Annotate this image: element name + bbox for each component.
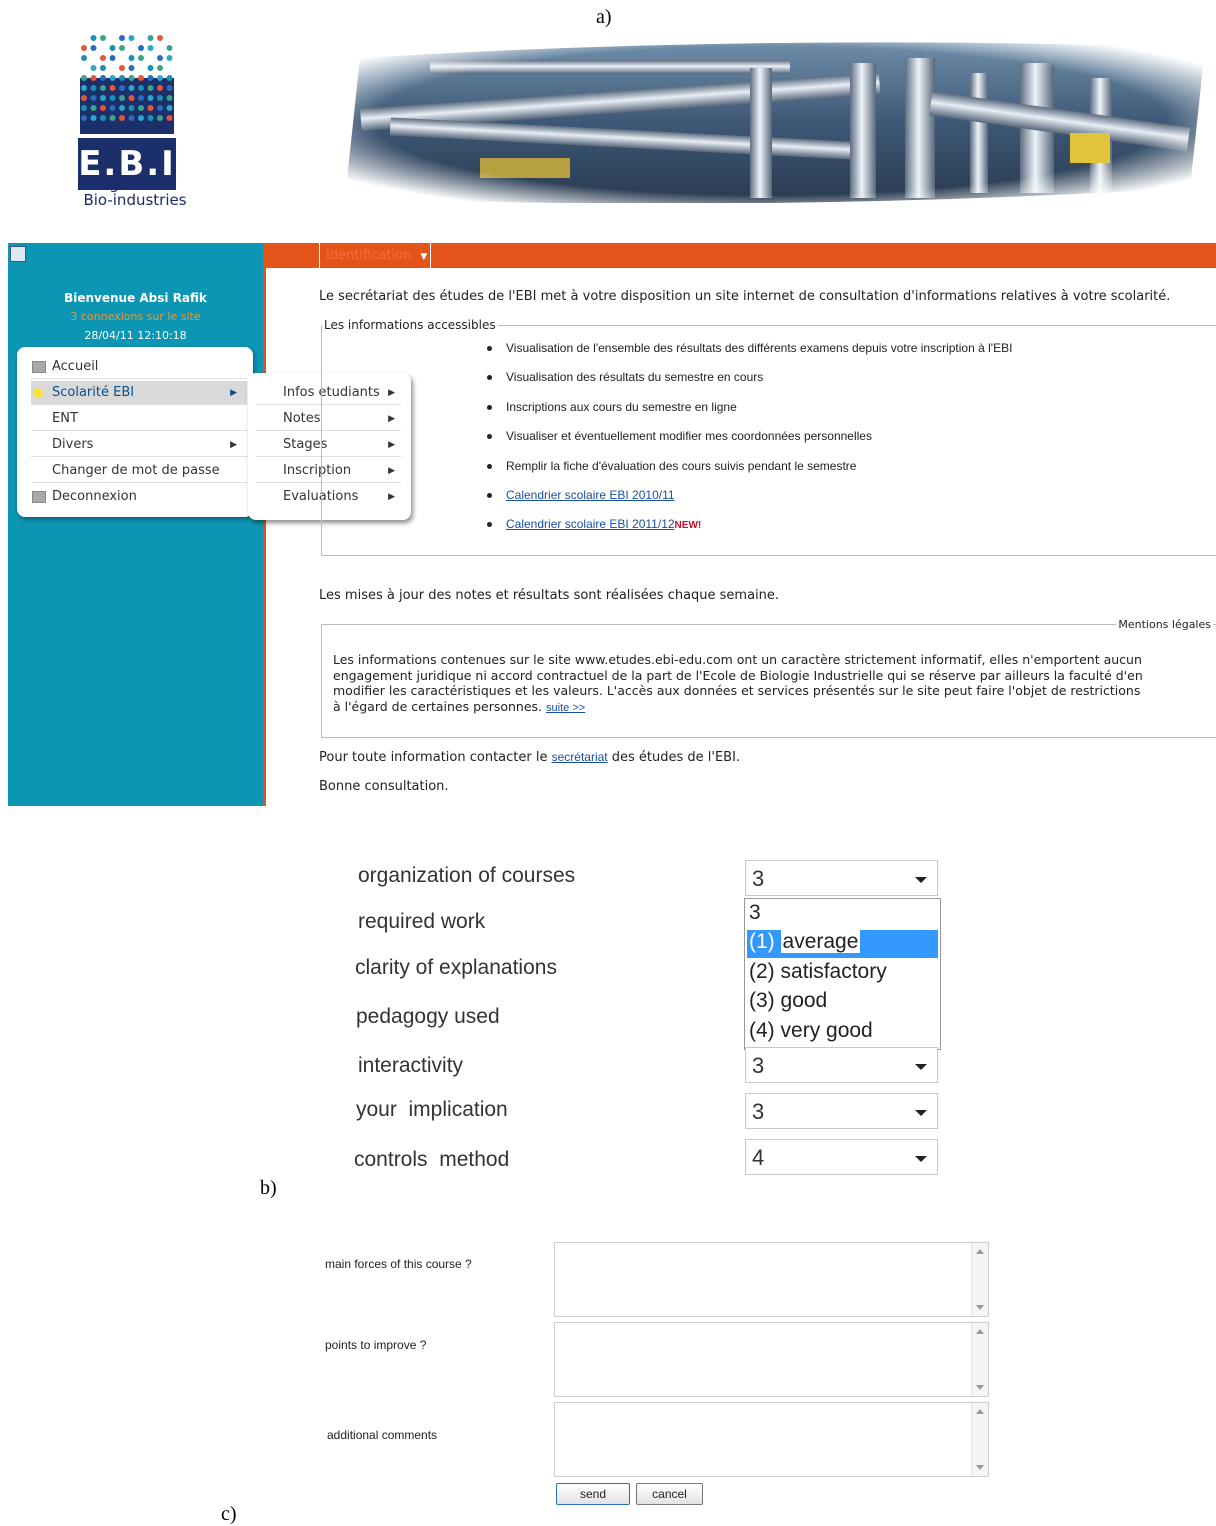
dropdown-option[interactable]: (1) average: [749, 930, 861, 954]
legal-more-link[interactable]: suite >>: [546, 702, 585, 714]
rating-select-organization[interactable]: 3: [745, 860, 938, 896]
chevron-right-icon: ▶: [230, 388, 237, 398]
figure-label-c: c): [221, 1503, 237, 1525]
criterion-label: organization of courses: [358, 864, 576, 887]
contact-text: Pour toute information contacter le secr…: [319, 750, 741, 765]
closing-text: Bonne consultation.: [319, 779, 449, 794]
menu-item-label: Scolarité EBI: [52, 385, 135, 400]
improve-textarea[interactable]: [554, 1322, 989, 1397]
menu-item-label: Accueil: [52, 359, 99, 374]
menu-item-label: Deconnexion: [52, 489, 137, 504]
additional-comments-textarea[interactable]: [554, 1402, 989, 1477]
dropdown-current: 3: [749, 901, 761, 924]
submenu-item-label: Notes: [283, 411, 321, 426]
criterion-label: interactivity: [358, 1054, 464, 1077]
secretariat-link[interactable]: secrétariat: [552, 750, 608, 764]
page-icon: [32, 491, 46, 503]
logo-line2: Bio-industries: [83, 191, 187, 209]
criterion-label: required work: [358, 910, 486, 933]
menu-item-divers[interactable]: Divers ▶: [31, 433, 247, 457]
menu-item-accueil[interactable]: Accueil: [31, 355, 247, 379]
comment-label: main forces of this course ?: [325, 1257, 472, 1271]
menu-item-label: Divers: [52, 437, 94, 452]
criterion-label: clarity of explanations: [355, 956, 557, 979]
chevron-right-icon: ▶: [230, 440, 237, 450]
comment-label: points to improve ?: [325, 1338, 427, 1352]
scroll-up-icon: [976, 1409, 984, 1414]
figure-label-a: a): [596, 6, 612, 28]
chevron-down-icon: ▼: [420, 252, 428, 262]
comment-label: additional comments: [327, 1428, 438, 1442]
scroll-up-icon: [976, 1249, 984, 1254]
industrial-pipes-banner: [330, 38, 1210, 203]
menu-item-change-password[interactable]: Changer de mot de passe: [31, 459, 247, 483]
calendar-link-text[interactable]: Calendrier scolaire EBI 2011/12: [506, 517, 675, 531]
dropdown-option[interactable]: (3) good: [749, 989, 827, 1013]
scroll-down-icon: [976, 1385, 984, 1390]
main-menu: Accueil Scolarité EBI ▶ ENT Divers ▶ Cha…: [17, 347, 253, 517]
welcome-connections: 3 connexions sur le site: [70, 310, 201, 323]
criterion-label: controls method: [354, 1148, 510, 1171]
updates-text: Les mises à jour des notes et résultats …: [319, 588, 780, 603]
logo-dots-graphic: [80, 35, 174, 134]
page-icon: [32, 361, 46, 373]
sidebar-border: [263, 243, 266, 806]
rating-select-implication[interactable]: 3: [745, 1093, 938, 1129]
bullet-icon: [33, 388, 43, 398]
menu-item-ent[interactable]: ENT: [31, 407, 247, 431]
scroll-down-icon: [976, 1305, 984, 1310]
criterion-label: pedagogy used: [356, 1005, 500, 1028]
sidebar: [8, 243, 263, 806]
legal-text: Les informations contenues sur le site w…: [333, 652, 1143, 714]
rating-dropdown-list: 3 (1) average (2) satisfactory (3) good …: [744, 898, 941, 1050]
intro-text: Le secrétariat des études de l'EBI met à…: [319, 289, 1171, 304]
cancel-button[interactable]: cancel: [636, 1483, 703, 1505]
info-legend: Les informations accessibles: [324, 318, 496, 332]
chevron-down-icon: [915, 1156, 927, 1162]
menu-item-label: ENT: [52, 411, 78, 426]
menu-item-deconnexion[interactable]: Deconnexion: [31, 485, 247, 509]
send-button[interactable]: send: [556, 1483, 630, 1505]
identification-tab[interactable]: Identification ▼: [319, 243, 431, 268]
welcome-name: Bienvenue Absi Rafik: [64, 291, 207, 305]
scroll-up-icon: [976, 1329, 984, 1334]
new-badge: NEW!: [674, 520, 702, 531]
rating-select-controls[interactable]: 4: [745, 1139, 938, 1175]
welcome-datetime: 28/04/11 12:10:18: [84, 329, 187, 342]
figure-label-b: b): [260, 1177, 277, 1199]
scroll-down-icon: [976, 1465, 984, 1470]
forces-textarea[interactable]: [554, 1242, 989, 1317]
chevron-down-icon: [915, 1064, 927, 1070]
app-icon[interactable]: [10, 246, 26, 262]
ebi-logo: E.B.I Ingénieurs Bio-industries: [70, 30, 200, 210]
rating-select-interactivity[interactable]: 3: [745, 1047, 938, 1083]
dropdown-option[interactable]: (4) very good: [749, 1019, 873, 1043]
menu-item-label: Changer de mot de passe: [52, 463, 220, 478]
dropdown-option[interactable]: (2) satisfactory: [749, 960, 887, 984]
identification-tab-label: Identification: [326, 248, 412, 263]
menu-item-scolarite[interactable]: Scolarité EBI ▶: [31, 381, 247, 405]
chevron-down-icon: [915, 1110, 927, 1116]
legal-legend: Mentions légales: [1118, 618, 1211, 631]
criterion-label: your implication: [356, 1098, 508, 1121]
chevron-down-icon: [915, 877, 927, 883]
